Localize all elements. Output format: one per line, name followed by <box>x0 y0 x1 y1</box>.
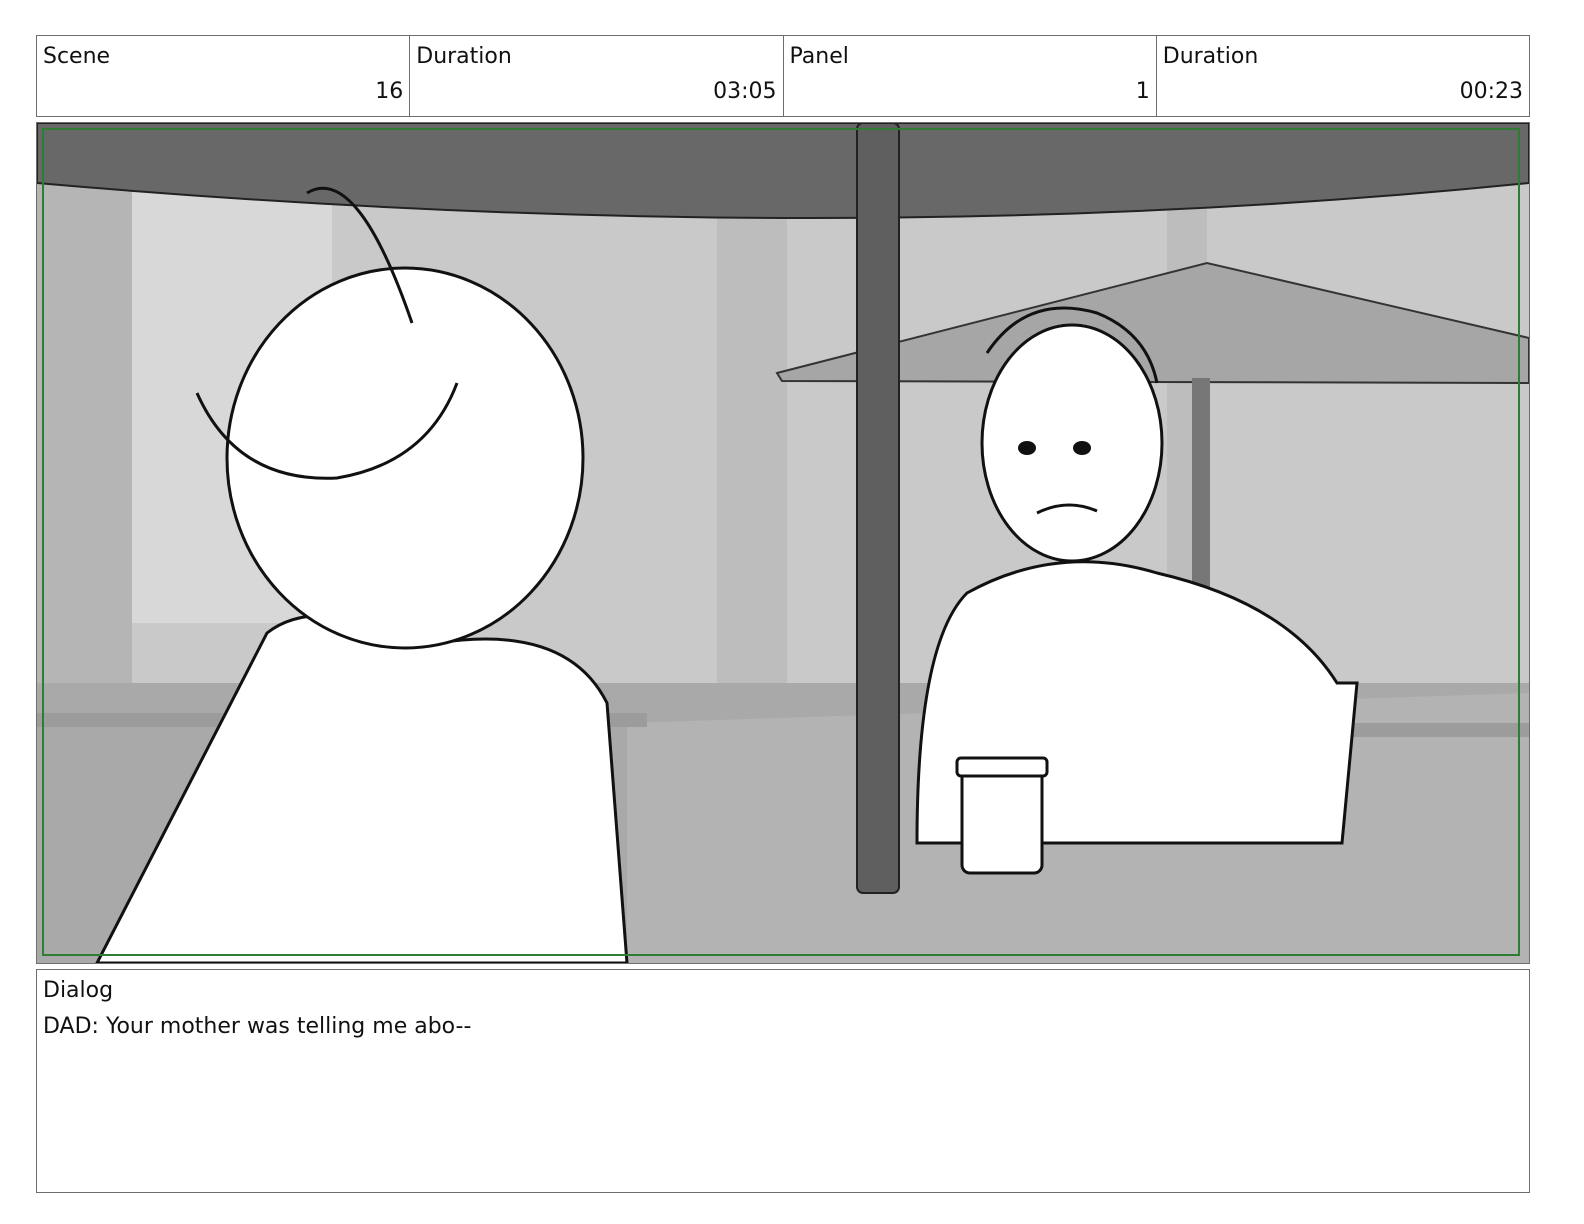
scene-duration-value: 03:05 <box>713 79 777 104</box>
dialog-box: Dialog DAD: Your mother was telling me a… <box>36 969 1530 1193</box>
scene-cell: Scene 16 <box>37 36 411 116</box>
panel-info-header: Scene 16 Duration 03:05 Panel 1 Duration… <box>36 35 1530 117</box>
scene-number: 16 <box>375 79 404 104</box>
coffee-cup-lid <box>955 756 1049 778</box>
panel-duration-value: 00:23 <box>1459 79 1523 104</box>
coffee-cup <box>960 761 1044 875</box>
panel-number: 1 <box>1135 79 1150 104</box>
storyboard-sketch <box>37 123 1529 963</box>
dialog-text: DAD: Your mother was telling me abo-- <box>43 1014 472 1039</box>
panel-duration-cell: Duration 00:23 <box>1157 36 1529 116</box>
panel-label: Panel <box>789 44 849 69</box>
panel-cell: Panel 1 <box>784 36 1157 116</box>
dialog-label: Dialog <box>43 978 114 1003</box>
storyboard-panel-image <box>36 122 1530 964</box>
dad-head <box>980 323 1164 563</box>
dad-right-eye <box>1073 441 1091 455</box>
scene-label: Scene <box>43 44 111 69</box>
scene-duration-label: Duration <box>416 44 512 69</box>
far-umbrella-pole <box>1192 378 1210 598</box>
panel-duration-label: Duration <box>1162 44 1259 69</box>
foreground-character-head <box>225 266 585 650</box>
dad-left-eye <box>1018 441 1036 455</box>
scene-duration-cell: Duration 03:05 <box>410 36 784 116</box>
umbrella-pole <box>856 123 900 894</box>
